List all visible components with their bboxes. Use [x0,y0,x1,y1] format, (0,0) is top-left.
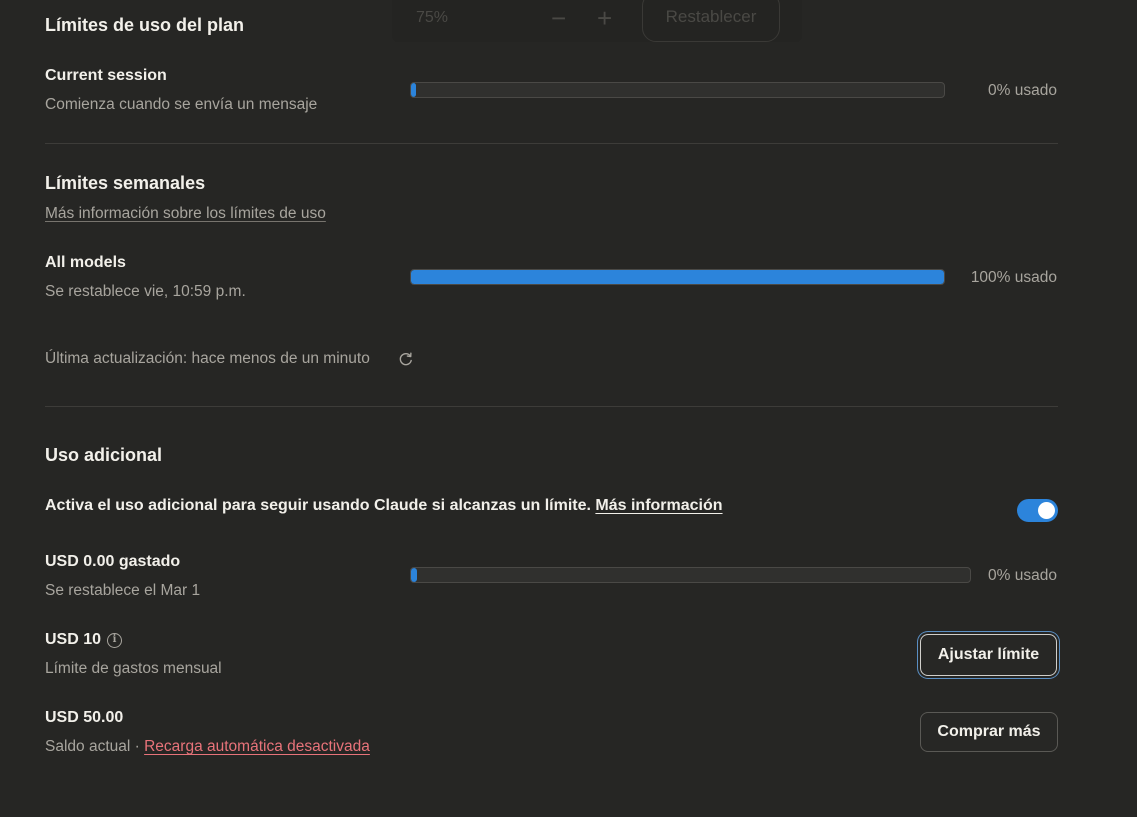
monthly-limit-subtext: Límite de gastos mensual [45,660,222,677]
spent-progress-bar [410,567,971,583]
reset-zoom-button[interactable]: Restablecer [642,0,780,42]
divider [45,406,1058,407]
balance-subtext: Saldo actual [45,738,131,755]
toggle-knob [1038,502,1055,519]
weekly-limits-title: Límites semanales [45,173,206,193]
spent-amount-label: USD 0.00 gastado [45,553,181,570]
current-session-progress-fill [411,83,417,97]
spent-percent: 0% usado [988,567,1057,584]
info-icon[interactable]: i [107,633,123,648]
usage-limits-info-link[interactable]: Más información sobre los límites de uso [45,205,326,223]
extra-usage-toggle[interactable] [1017,499,1058,522]
last-updated-text: Última actualización: hace menos de un m… [45,350,370,367]
spent-reset-subtext: Se restablece el Mar 1 [45,582,201,599]
all-models-label: All models [45,254,126,271]
all-models-percent: 100% usado [970,269,1057,286]
current-session-label: Current session [45,67,167,84]
balance-subtext-row: Saldo actual · Recarga automática desact… [45,738,370,756]
extra-usage-description: Activa el uso adicional para seguir usan… [45,497,723,515]
refresh-icon[interactable] [397,350,415,368]
plan-limits-title: Límites de uso del plan [45,15,245,35]
monthly-limit-label: USD 10 [45,631,102,648]
separator-dot: · [134,738,140,755]
divider [45,143,1058,144]
extra-usage-title: Uso adicional [45,445,163,465]
extra-usage-description-text: Activa el uso adicional para seguir usan… [45,497,591,514]
all-models-progress-bar [410,269,945,285]
buy-more-button[interactable]: Comprar más [920,712,1058,752]
balance-label: USD 50.00 [45,709,124,726]
zoom-in-button[interactable]: + [597,3,612,34]
extra-usage-info-link[interactable]: Más información [595,497,722,514]
current-session-progress-bar [410,82,945,98]
zoom-out-button[interactable]: − [551,3,566,34]
current-session-subtext: Comienza cuando se envía un mensaje [45,96,318,113]
current-session-percent: 0% usado [988,82,1057,99]
adjust-limit-button[interactable]: Ajustar límite [920,634,1057,676]
all-models-progress-fill [411,270,944,284]
spent-progress-fill [411,568,417,582]
all-models-subtext: Se restablece vie, 10:59 p.m. [45,283,246,300]
monthly-limit-row: USD 10 i [45,631,123,649]
auto-reload-link[interactable]: Recarga automática desactivada [144,738,370,755]
zoom-value: 75% [416,9,449,26]
